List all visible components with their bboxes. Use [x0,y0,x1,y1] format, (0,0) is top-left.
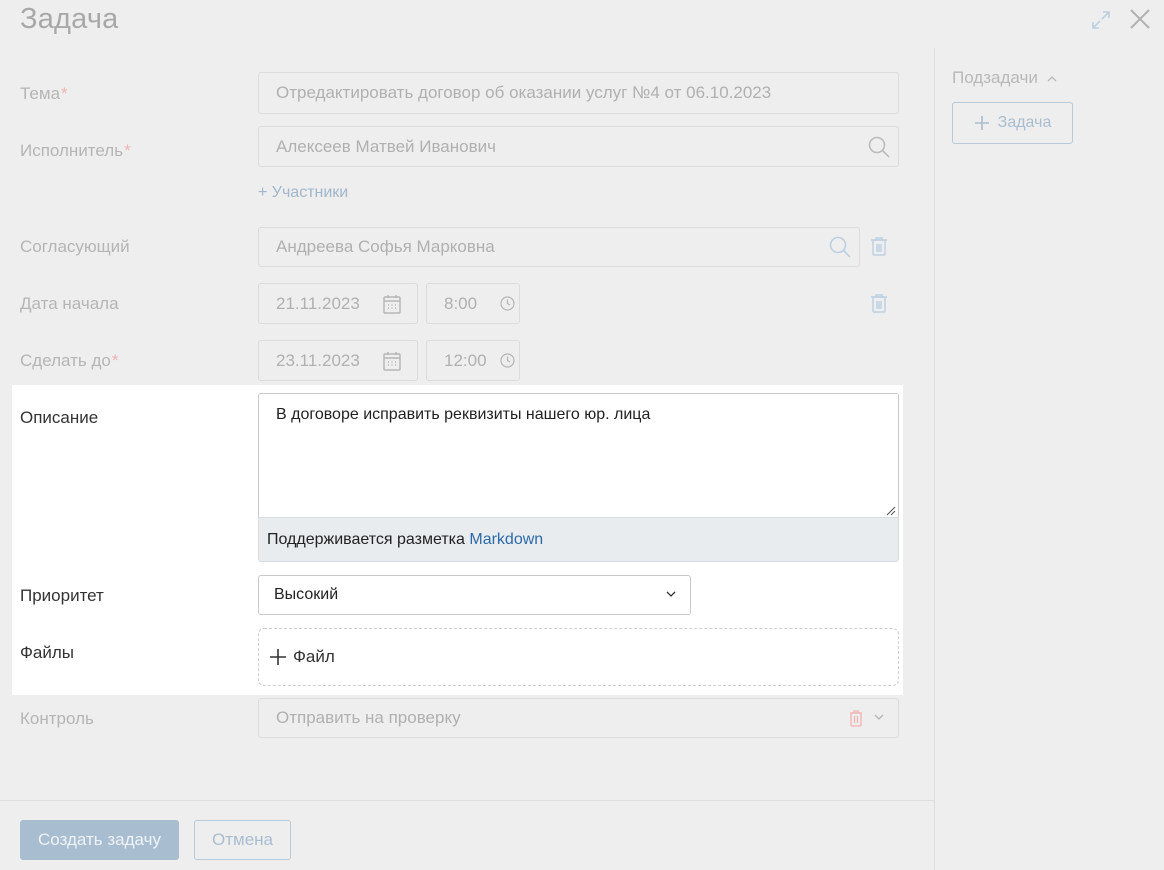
priority-label: Приоритет [20,586,104,605]
footer-divider [0,800,934,801]
markdown-hint: Поддерживается разметка Markdown [258,517,899,562]
dialog-title: Задача [20,3,119,35]
plus-icon [269,648,287,666]
due-date-input[interactable]: 23.11.2023 [258,340,418,381]
files-label: Файлы [20,643,75,662]
resize-handle-icon[interactable] [886,506,896,516]
add-participants-link[interactable]: + Участники [258,184,348,202]
start-date-input[interactable]: 21.11.2023 [258,283,418,324]
due-date-label: Сделать до* [20,351,119,370]
clock-icon[interactable] [500,296,515,311]
clock-icon[interactable] [500,353,515,368]
description-label: Описание [20,408,99,427]
start-time-input[interactable]: 8:00 [426,283,520,324]
topic-label: Тема* [20,84,68,103]
assignee-input[interactable]: Алексеев Матвей Иванович [258,126,899,167]
chevron-up-icon [1047,75,1057,82]
approver-input[interactable]: Андреева Софья Марковна [258,227,860,267]
chevron-down-icon [666,591,676,598]
delete-start-date-icon[interactable] [870,293,888,313]
search-icon[interactable] [867,135,891,159]
priority-select[interactable]: Высокий [258,575,691,615]
close-icon[interactable] [1128,7,1152,31]
markdown-link[interactable]: Markdown [469,531,543,548]
delete-control-icon[interactable] [849,710,863,727]
create-task-button[interactable]: Создать задачу [20,820,179,860]
subtasks-toggle[interactable]: Подзадачи [952,68,1057,88]
control-label: Контроль [20,709,94,728]
files-dropzone[interactable]: Файл [258,628,899,686]
start-date-label: Дата начала [20,294,119,313]
add-subtask-button[interactable]: Задача [952,102,1073,144]
calendar-icon[interactable] [383,294,401,314]
expand-icon[interactable] [1090,9,1112,31]
plus-icon [974,115,990,131]
chevron-down-icon[interactable] [874,714,884,721]
calendar-icon[interactable] [383,351,401,371]
delete-approver-icon[interactable] [870,236,888,256]
search-icon[interactable] [828,235,852,259]
approver-label: Согласующий [20,237,130,256]
control-select[interactable]: Отправить на проверку [258,698,899,738]
topic-input[interactable]: Отредактировать договор об оказании услу… [258,72,899,114]
cancel-button[interactable]: Отмена [194,820,291,860]
add-file-label[interactable]: Файл [293,647,335,667]
description-textarea[interactable]: В договоре исправить реквизиты нашего юр… [258,393,899,518]
sidebar-divider [934,48,935,870]
due-time-input[interactable]: 12:00 [426,340,520,381]
assignee-label: Исполнитель* [20,141,131,160]
